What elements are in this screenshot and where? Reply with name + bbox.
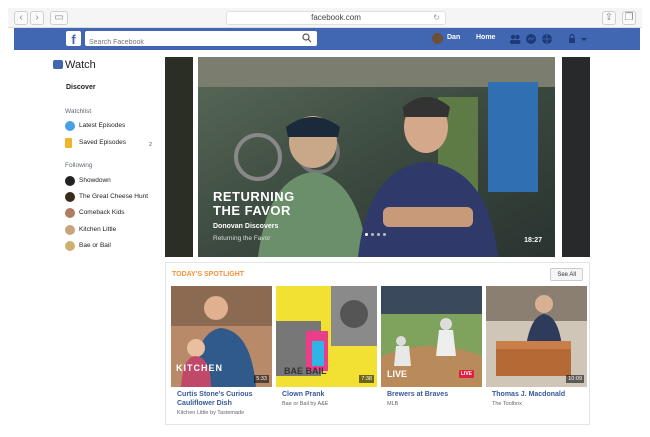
friends-icon[interactable] [509,33,521,45]
video-card[interactable]: BAE BAIL 7:38 Clown Prank Bae or Bail by… [276,286,377,423]
carousel-dot[interactable] [371,233,374,236]
video-source[interactable]: The Toolbox [492,401,522,407]
video-thumbnail[interactable]: BAE BAIL 7:38 [276,286,377,387]
reload-icon[interactable]: ↻ [433,12,440,24]
video-source[interactable]: MLB [387,401,398,407]
todays-spotlight-section: TODAY'S SPOTLIGHT See All KITCHEN 5:33 C… [165,262,590,425]
forward-button[interactable]: › [30,11,44,25]
share-icon[interactable]: ⇪ [602,11,616,25]
show-avatar [65,208,75,218]
sidebar-item-bae-or-bail[interactable]: Bae or Bail [65,240,160,252]
carousel-prev-slide[interactable] [165,57,193,257]
featured-episode-title[interactable]: Donovan Discovers [213,223,278,230]
watchlist-heading: Watchlist [65,108,92,115]
featured-title-line2: THE FAVOR [213,203,291,218]
url-text: facebook.com [311,13,361,22]
bookmark-icon [65,138,72,148]
live-badge: LIVE [458,370,474,378]
sidebar-item-label: Bae or Bail [79,242,111,249]
show-avatar [65,225,75,235]
spotlight-heading: TODAY'S SPOTLIGHT [172,271,245,278]
help-lock-icon[interactable] [566,33,578,45]
following-heading: Following [65,162,93,169]
home-link[interactable]: Home [476,34,495,41]
sidebar-item-label: Showdown [79,177,111,184]
sidebar-item-saved-episodes[interactable]: Saved Episodes 2 [65,137,160,149]
video-title[interactable]: Thomas J. Macdonald [492,390,584,399]
sidebar-item-comeback-kids[interactable]: Comeback Kids [65,207,160,219]
video-card[interactable]: 10:09 Thomas J. Macdonald The Toolbox [486,286,587,423]
carousel-dots [365,223,389,241]
avatar[interactable] [432,33,443,44]
tabs-icon[interactable]: ❐ [622,11,636,25]
sidebar-item-showdown[interactable]: Showdown [65,175,160,187]
sidebar-item-label: The Great Cheese Hunt [79,193,149,200]
featured-show-title: RETURNING THE FAVOR [213,190,295,218]
video-thumbnail[interactable]: KITCHEN 5:33 [171,286,272,387]
featured-show-name[interactable]: Returning the Favor [213,235,270,242]
video-source[interactable]: Kitchen Little by Tastemade [177,410,244,416]
see-all-button[interactable]: See All [550,268,583,281]
video-duration: 5:33 [254,375,269,383]
carousel-next-slide[interactable] [562,57,590,257]
bae-or-bail-logo: BAE BAIL [284,366,327,376]
sidebar-item-label: Comeback Kids [79,209,125,216]
sidebar-item-discover[interactable]: Discover [60,80,158,95]
browser-toolbar: ‹ › ▭ facebook.com ↻ ⇪ ❐ [8,8,642,28]
video-title[interactable]: Curtis Stone's Curious Cauliflower Dish [177,390,269,408]
sidebar-item-label: Kitchen Little [79,226,117,233]
video-source[interactable]: Bae or Bail by A&E [282,401,328,407]
sidebar-item-latest-episodes[interactable]: Latest Episodes [65,120,160,132]
video-thumbnail[interactable]: LIVE LIVE [381,286,482,387]
mlb-live-logo: LIVE [387,369,408,379]
show-avatar [65,192,75,202]
video-thumbnail[interactable]: 10:09 [486,286,587,387]
carousel-dot[interactable] [377,233,380,236]
video-duration: 10:09 [566,375,584,383]
search-icon[interactable] [302,33,312,43]
messenger-icon[interactable] [525,33,537,45]
chevron-down-icon[interactable] [580,33,588,45]
toolbox-thumbnail-image [486,286,587,387]
featured-duration: 18:27 [524,237,542,244]
video-duration: 7:38 [359,375,374,383]
video-card[interactable]: KITCHEN 5:33 Curtis Stone's Curious Caul… [171,286,272,423]
globe-icon[interactable] [541,33,553,45]
sidebar-item-kitchen-little[interactable]: Kitchen Little [65,224,160,236]
carousel-dot[interactable] [365,233,368,236]
show-avatar [65,176,75,186]
carousel-dot[interactable] [383,233,386,236]
saved-count-badge: 2 [148,142,152,148]
video-title[interactable]: Clown Prank [282,390,374,399]
page: ‹ › ▭ facebook.com ↻ ⇪ ❐ f Dan Home [0,0,650,437]
video-title[interactable]: Brewers at Braves [387,390,479,399]
featured-title-line1: RETURNING [213,189,295,204]
sidebar-item-great-cheese-hunt[interactable]: The Great Cheese Hunt [65,191,160,203]
watch-icon [53,60,63,69]
search-box[interactable] [85,31,317,50]
video-card[interactable]: LIVE LIVE Brewers at Braves MLB [381,286,482,423]
kitchen-little-logo: KITCHEN [176,363,223,373]
watch-title[interactable]: Watch [65,59,96,71]
facebook-logo[interactable]: f [66,31,81,47]
play-icon [65,121,75,131]
facebook-header: f Dan Home [14,28,640,50]
sidebar-item-label: Latest Episodes [79,122,126,129]
search-input[interactable] [85,35,285,50]
profile-name[interactable]: Dan [447,34,460,41]
featured-video[interactable]: RETURNING THE FAVOR Donovan Discovers Re… [198,57,555,257]
address-bar[interactable]: facebook.com ↻ [226,11,446,25]
sidebar-toggle-icon[interactable]: ▭ [50,11,68,25]
back-button[interactable]: ‹ [14,11,28,25]
sidebar-item-label: Saved Episodes [79,139,126,146]
show-avatar [65,241,75,251]
